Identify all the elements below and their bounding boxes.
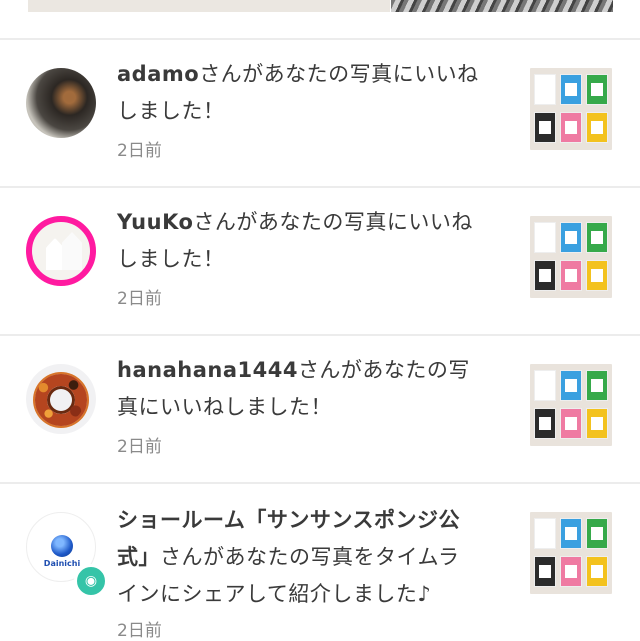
sponge-packet	[560, 518, 582, 549]
sponge-packet	[560, 408, 582, 439]
banner-strip	[28, 0, 390, 12]
photo-thumbnail[interactable]	[530, 68, 612, 150]
username[interactable]: hanahana1444	[117, 358, 298, 382]
sponge-packet	[560, 370, 582, 401]
sponge-packet	[586, 260, 608, 291]
notification-message: ショールーム「サンサンスポンジ公 式」さんがあなたの写真をタイムラ インにシェア…	[117, 502, 507, 613]
sponge-packet	[586, 112, 608, 143]
sponge-packet	[560, 556, 582, 587]
username[interactable]: 式」	[117, 545, 160, 569]
sponge-packet	[586, 370, 608, 401]
notification-row[interactable]: YuuKoさんがあなたの写真にいいね しました！ 2日前	[0, 188, 640, 334]
message-text: さんがあなたの写真にいいね	[193, 210, 473, 234]
camera-icon: ◉	[74, 564, 108, 598]
sphere-lamp-avatar[interactable]	[26, 68, 96, 138]
timestamp: 2日前	[117, 437, 162, 457]
notification-message: YuuKoさんがあなたの写真にいいね しました！	[117, 204, 507, 278]
username[interactable]: adamo	[117, 62, 199, 86]
globe-logo-icon	[51, 535, 73, 557]
timestamp: 2日前	[117, 141, 162, 161]
username[interactable]: YuuKo	[117, 210, 193, 234]
message-text: さんがあなたの写	[297, 358, 470, 382]
banner-photo	[391, 0, 613, 12]
message-text: しました！	[117, 247, 225, 271]
sponge-packet	[560, 260, 582, 291]
photo-thumbnail[interactable]	[530, 364, 612, 446]
sponge-packet	[560, 222, 582, 253]
sponge-packet	[534, 112, 556, 143]
sponge-packet	[586, 556, 608, 587]
message-text: さんがあなたの写真にいいね	[199, 62, 479, 86]
sponge-packet	[586, 408, 608, 439]
message-text: しました！	[117, 99, 225, 123]
sponge-packet	[534, 222, 556, 253]
username[interactable]: ショールーム「サンサンスポンジ公	[117, 508, 460, 532]
message-text: さんがあなたの写真をタイムラ	[160, 545, 460, 569]
sponge-packet	[586, 222, 608, 253]
sponge-packet	[534, 74, 556, 105]
house-shape	[46, 238, 64, 270]
notification-message: adamoさんがあなたの写真にいいね しました！	[117, 56, 507, 130]
house-shape	[62, 232, 82, 270]
wreath-shape	[33, 372, 87, 426]
sponge-packet	[534, 408, 556, 439]
sponge-packet	[534, 260, 556, 291]
notification-message: hanahana1444さんがあなたの写 真にいいねしました！	[117, 352, 507, 426]
message-text: インにシェアして紹介しました♪	[117, 582, 432, 606]
timestamp: 2日前	[117, 621, 162, 641]
sponge-packet	[534, 518, 556, 549]
photo-thumbnail[interactable]	[530, 216, 612, 298]
notification-row[interactable]: Dainichi ◉ ショールーム「サンサンスポンジ公 式」さんがあなたの写真を…	[0, 484, 640, 641]
notification-row[interactable]: hanahana1444さんがあなたの写 真にいいねしました！ 2日前	[0, 336, 640, 482]
sponge-packet	[586, 518, 608, 549]
notification-row[interactable]: adamoさんがあなたの写真にいいね しました！ 2日前	[0, 40, 640, 186]
sponge-packet	[534, 370, 556, 401]
wreath-avatar[interactable]	[26, 364, 96, 434]
photo-thumbnail[interactable]	[530, 512, 612, 594]
white-houses-avatar[interactable]	[26, 216, 96, 286]
sponge-packet	[560, 112, 582, 143]
sponge-packet	[586, 74, 608, 105]
sponge-packet	[534, 556, 556, 587]
message-text: 真にいいねしました！	[117, 395, 332, 419]
previous-item-banner	[0, 0, 640, 26]
timestamp: 2日前	[117, 289, 162, 309]
sponge-packet	[560, 74, 582, 105]
